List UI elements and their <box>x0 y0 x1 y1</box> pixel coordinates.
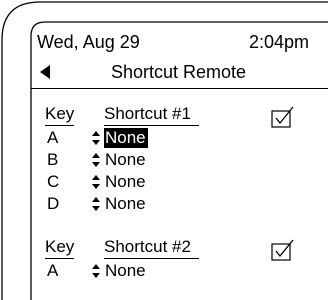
shortcut-2-enable-checkbox[interactable] <box>271 239 295 261</box>
left-triangle-icon <box>40 65 50 79</box>
key-row-a: A None <box>45 261 245 283</box>
key-letter: A <box>47 261 59 280</box>
page-title: Shortcut Remote <box>111 62 247 82</box>
key-row-b: B None <box>45 150 245 172</box>
up-down-arrows-icon[interactable] <box>91 197 101 211</box>
shortcut-column-header: Shortcut #1 <box>104 104 199 126</box>
key-row-c: C None <box>45 172 245 194</box>
screen: Wed, Aug 29 2:04pm Shortcut Remote Key S… <box>31 22 328 300</box>
key-row-a: A None <box>45 128 245 150</box>
key-letter: B <box>47 150 59 169</box>
key-row-d: D None <box>45 194 245 216</box>
shortcut-1-enable-checkbox[interactable] <box>271 106 295 128</box>
shortcut-column-header: Shortcut #2 <box>104 237 199 259</box>
checkmark-icon <box>271 106 294 128</box>
key-letter: C <box>47 172 60 191</box>
up-down-arrows-icon[interactable] <box>91 131 101 145</box>
up-down-arrows-icon[interactable] <box>91 264 101 278</box>
up-down-arrows-icon[interactable] <box>91 175 101 189</box>
status-time: 2:04pm <box>248 32 309 52</box>
key-letter: A <box>47 128 59 147</box>
status-bar: Wed, Aug 29 2:04pm <box>37 32 309 54</box>
title-bar: Shortcut Remote <box>31 60 321 86</box>
device-frame: Wed, Aug 29 2:04pm Shortcut Remote Key S… <box>0 0 328 300</box>
checkmark-icon <box>271 239 294 261</box>
shortcut-value[interactable]: None <box>104 194 148 214</box>
shortcut-value[interactable]: None <box>104 172 148 192</box>
key-column-header: Key <box>45 104 75 126</box>
up-down-arrows-icon[interactable] <box>91 153 101 167</box>
shortcut-value-selected[interactable]: None <box>104 128 148 148</box>
status-date: Wed, Aug 29 <box>37 32 140 52</box>
title-divider <box>31 88 328 89</box>
key-column-header: Key <box>45 237 75 259</box>
shortcut-value[interactable]: None <box>104 261 148 281</box>
back-button[interactable] <box>37 62 57 82</box>
shortcut-value[interactable]: None <box>104 150 148 170</box>
key-letter: D <box>47 194 60 213</box>
